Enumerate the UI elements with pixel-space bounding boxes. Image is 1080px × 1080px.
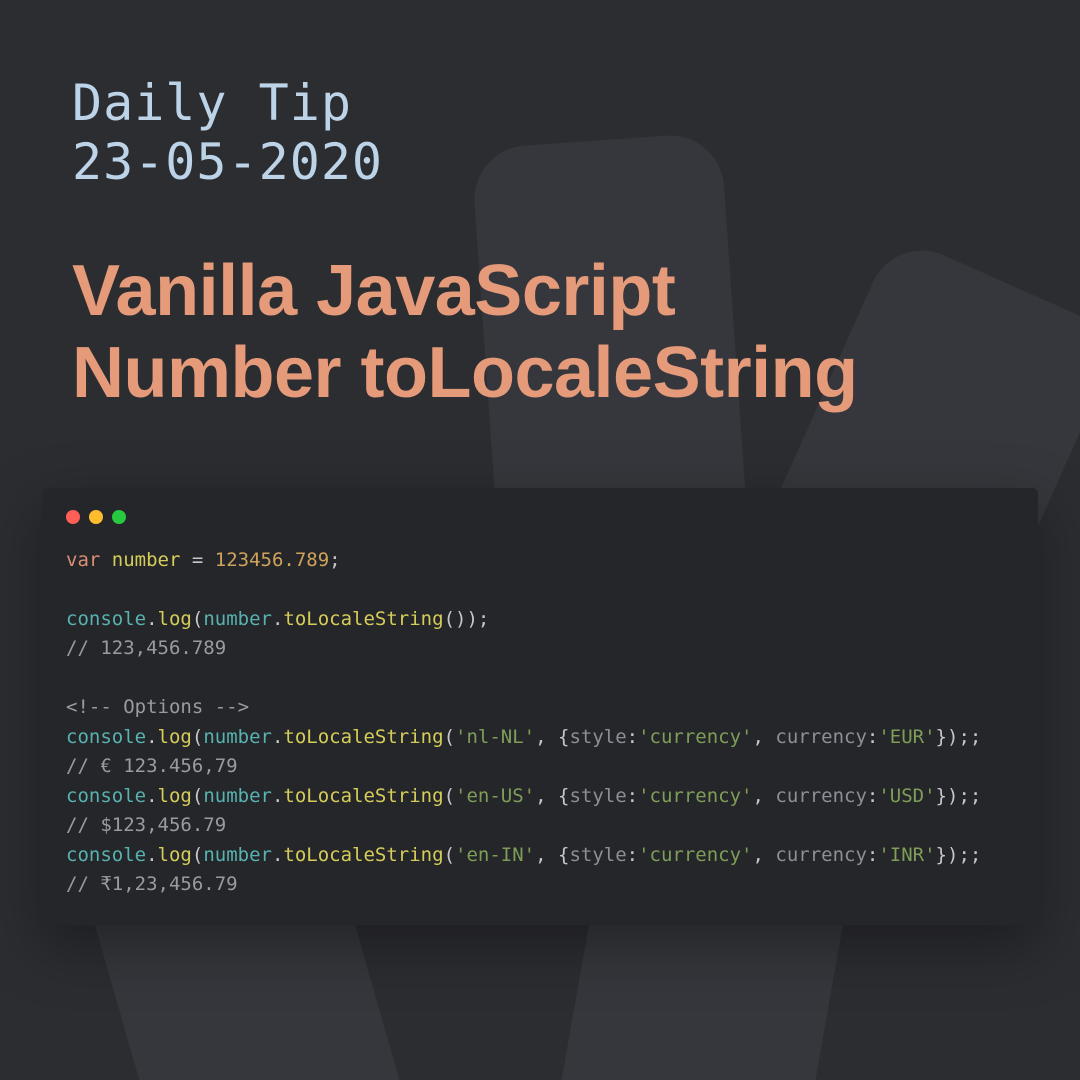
code-punct: { [558, 785, 569, 807]
code-punct: . [146, 844, 157, 866]
code-method: toLocaleString [283, 726, 443, 748]
code-key: currency [775, 844, 867, 866]
code-string: 'EUR' [878, 726, 935, 748]
code-punct: } [936, 726, 947, 748]
code-window: var number = 123456.789; console.log(num… [42, 488, 1038, 925]
code-punct: . [272, 726, 283, 748]
code-punct: { [558, 844, 569, 866]
code-string: 'en-US' [455, 785, 535, 807]
code-key: currency [775, 726, 867, 748]
code-punct: ( [192, 844, 203, 866]
code-punct: . [146, 726, 157, 748]
code-punct: , [752, 844, 775, 866]
code-string: 'USD' [878, 785, 935, 807]
title-line2: Number toLocaleString [72, 333, 858, 413]
code-comment: // $123,456.79 [66, 814, 226, 836]
code-punct: ( [192, 785, 203, 807]
code-punct: } [936, 844, 947, 866]
code-punct: ; [970, 844, 981, 866]
code-comment: // ₹1,23,456.79 [66, 873, 238, 895]
code-string: 'currency' [638, 844, 752, 866]
code-punct: : [627, 844, 638, 866]
code-punct: . [272, 785, 283, 807]
close-icon [66, 510, 80, 524]
subtitle-line2: 23-05-2020 [72, 133, 383, 191]
code-method: log [158, 608, 192, 630]
code-punct: ( [444, 844, 455, 866]
code-string: 'nl-NL' [455, 726, 535, 748]
code-punct: ( [192, 608, 203, 630]
minimize-icon [89, 510, 103, 524]
code-key: currency [775, 785, 867, 807]
code-punct: : [867, 785, 878, 807]
code-block: var number = 123456.789; console.log(num… [66, 546, 1014, 899]
header-subtitle: Daily Tip 23-05-2020 [72, 74, 1008, 192]
code-identifier: console [66, 844, 146, 866]
code-method: log [158, 844, 192, 866]
code-string: 'INR' [878, 844, 935, 866]
code-punct: . [146, 608, 157, 630]
code-identifier: number [203, 726, 272, 748]
page-title: Vanilla JavaScript Number toLocaleString [72, 250, 1008, 414]
code-method: toLocaleString [283, 785, 443, 807]
code-comment: // € 123.456,79 [66, 755, 238, 777]
code-number: 123456.789 [215, 549, 329, 571]
code-punct: : [627, 785, 638, 807]
code-punct: = [180, 549, 214, 571]
code-punct: . [146, 785, 157, 807]
code-punct: ); [947, 844, 970, 866]
maximize-icon [112, 510, 126, 524]
code-punct: ); [947, 726, 970, 748]
code-punct: , [752, 785, 775, 807]
subtitle-line1: Daily Tip [72, 74, 352, 132]
title-line1: Vanilla JavaScript [72, 251, 675, 331]
code-punct: : [867, 726, 878, 748]
code-method: toLocaleString [283, 844, 443, 866]
code-identifier: number [203, 785, 272, 807]
code-key: style [569, 726, 626, 748]
code-punct: { [558, 726, 569, 748]
code-key: style [569, 785, 626, 807]
code-punct: . [272, 844, 283, 866]
code-punct: , [535, 844, 558, 866]
code-string: 'en-IN' [455, 844, 535, 866]
code-punct: ; [970, 726, 981, 748]
code-punct: , [535, 785, 558, 807]
code-method: log [158, 785, 192, 807]
code-identifier: console [66, 726, 146, 748]
code-comment: <!-- Options --> [66, 696, 249, 718]
code-punct: ); [947, 785, 970, 807]
code-comment: // 123,456.789 [66, 637, 226, 659]
code-punct: , [535, 726, 558, 748]
code-punct: ( [444, 785, 455, 807]
window-traffic-lights [66, 510, 1014, 524]
code-identifier: console [66, 608, 146, 630]
code-punct: . [272, 608, 283, 630]
code-identifier: console [66, 785, 146, 807]
code-punct: ( [192, 726, 203, 748]
code-punct: : [627, 726, 638, 748]
code-punct: ( [444, 726, 455, 748]
code-key: style [569, 844, 626, 866]
code-identifier: number [203, 844, 272, 866]
code-punct: , [752, 726, 775, 748]
code-punct: () [444, 608, 467, 630]
code-method: log [158, 726, 192, 748]
code-identifier: number [112, 549, 181, 571]
code-method: toLocaleString [283, 608, 443, 630]
code-string: 'currency' [638, 726, 752, 748]
code-punct: ; [329, 549, 340, 571]
code-string: 'currency' [638, 785, 752, 807]
code-punct: ; [970, 785, 981, 807]
code-keyword: var [66, 549, 100, 571]
code-punct: } [936, 785, 947, 807]
code-punct: ); [466, 608, 489, 630]
code-punct: : [867, 844, 878, 866]
code-identifier: number [203, 608, 272, 630]
